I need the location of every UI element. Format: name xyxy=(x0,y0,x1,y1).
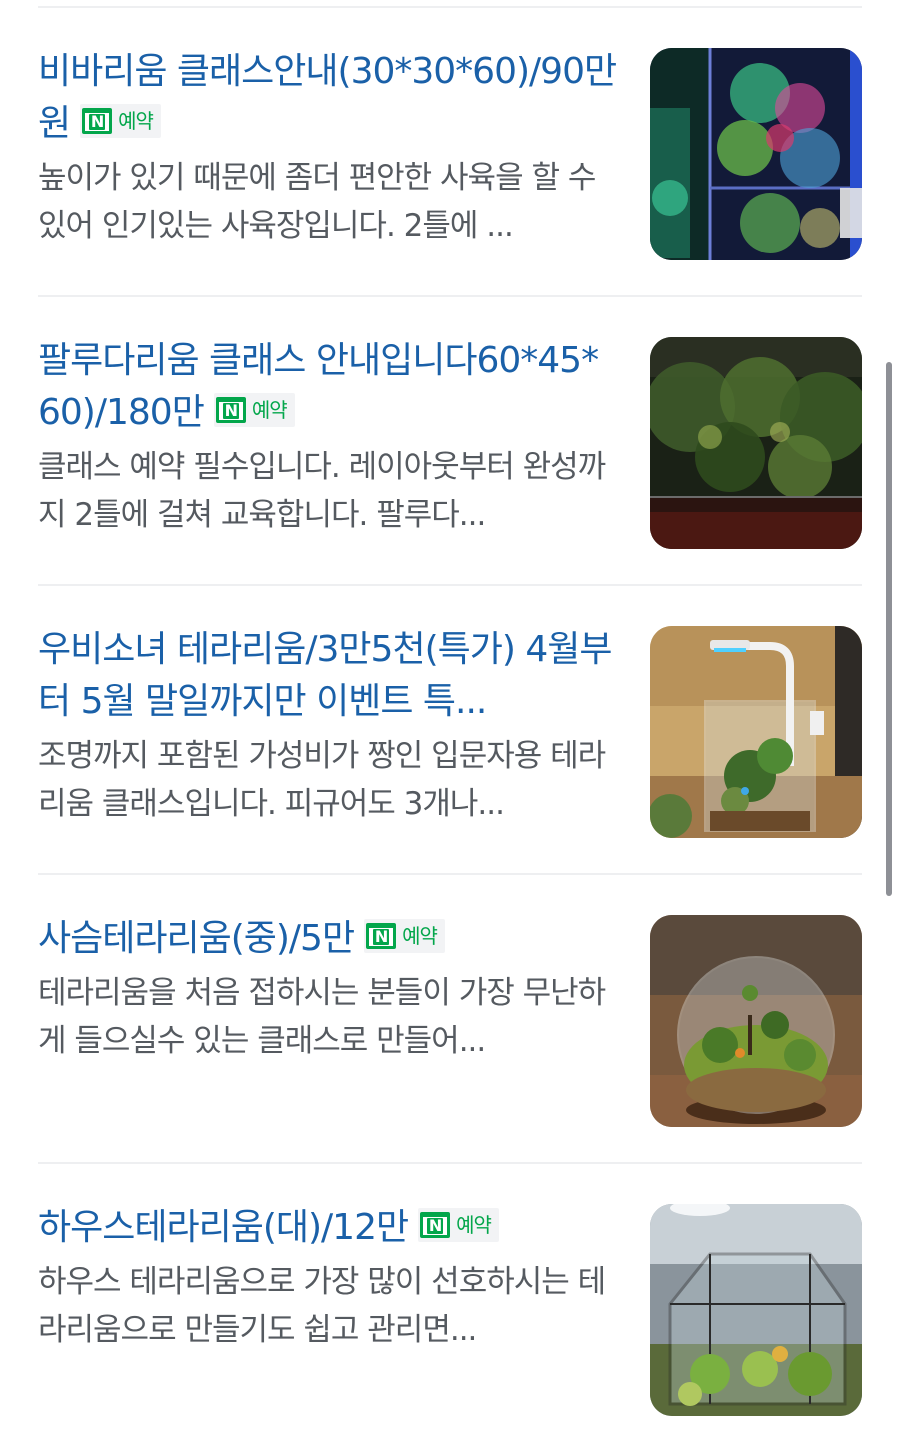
result-title[interactable]: 팔루다리움 클래스 안내입니다60*45*60)/180만 N 예약 xyxy=(38,335,618,439)
reservation-badge[interactable]: N 예약 xyxy=(418,1208,499,1242)
result-item[interactable]: 사슴테라리움(중)/5만 N 예약 테라리움을 처음 접하시는 분들이 가장 무난하… xyxy=(38,875,862,1164)
search-result-list: 비바리움 클래스안내(30*30*60)/90만원 N 예약 높이가 있기 때문에 … xyxy=(0,8,900,1453)
vivarium-tank-photo[interactable] xyxy=(650,48,862,260)
result-item[interactable]: 우비소녀 테라리움/3만5천(특가) 4월부터 5월 말일까지만 이벤트 특..… xyxy=(38,586,862,875)
result-description: 하우스 테라리움으로 가장 많이 선호하시는 테라리움으로 만들기도 쉽고 관리… xyxy=(38,1264,606,1348)
result-description: 테라리움을 처음 접하시는 분들이 가장 무난하게 들으실수 있는 클래스로 만… xyxy=(38,975,606,1059)
result-title[interactable]: 비바리움 클래스안내(30*30*60)/90만원 N 예약 xyxy=(38,46,618,150)
reservation-badge[interactable]: N 예약 xyxy=(80,104,161,138)
result-title-text[interactable]: 우비소녀 테라리움/3만5천(특가) 4월부터 5월 말일까지만 이벤트 특..… xyxy=(38,629,612,722)
result-description: 높이가 있기 때문에 좀더 편안한 사육을 할 수있어 인기있는 사육장입니다.… xyxy=(38,160,596,244)
reservation-badge-label: 예약 xyxy=(402,924,438,948)
result-title[interactable]: 우비소녀 테라리움/3만5천(특가) 4월부터 5월 말일까지만 이벤트 특..… xyxy=(38,624,618,728)
result-title-text[interactable]: 사슴테라리움(중)/5만 xyxy=(38,918,355,959)
deer-terrarium-bowl-photo[interactable] xyxy=(650,915,862,1127)
result-text: 비바리움 클래스안내(30*30*60)/90만원 N 예약 높이가 있기 때문에 … xyxy=(38,46,618,250)
naver-reservation-icon: N xyxy=(215,397,246,423)
result-text: 사슴테라리움(중)/5만 N 예약 테라리움을 처음 접하시는 분들이 가장 무난하… xyxy=(38,913,618,1065)
reservation-badge-label: 예약 xyxy=(251,398,288,422)
result-title-text[interactable]: 하우스테라리움(대)/12만 xyxy=(38,1207,409,1248)
result-description: 조명까지 포함된 가성비가 짱인 입문자용 테라리움 클래스입니다. 피규어도 … xyxy=(38,738,606,822)
naver-reservation-icon: N xyxy=(420,1212,451,1238)
reservation-badge-label: 예약 xyxy=(118,109,154,133)
result-title-text[interactable]: 팔루다리움 클래스 안내입니다60*45*60)/180만 xyxy=(38,340,599,433)
rain-girl-terrarium-photo[interactable] xyxy=(650,626,862,838)
result-title[interactable]: 하우스테라리움(대)/12만 N 예약 xyxy=(38,1202,618,1254)
result-item[interactable]: 하우스테라리움(대)/12만 N 예약 하우스 테라리움으로 가장 많이 선호하시는… xyxy=(38,1164,862,1453)
reservation-badge-label: 예약 xyxy=(456,1213,492,1237)
naver-reservation-icon: N xyxy=(366,923,397,949)
scrollbar-thumb[interactable] xyxy=(886,362,892,896)
result-text: 팔루다리움 클래스 안내입니다60*45*60)/180만 N 예약 클래스 예약 … xyxy=(38,335,618,539)
result-text: 우비소녀 테라리움/3만5천(특가) 4월부터 5월 말일까지만 이벤트 특..… xyxy=(38,624,618,828)
house-terrarium-photo[interactable] xyxy=(650,1204,862,1416)
result-description: 클래스 예약 필수입니다. 레이아웃부터 완성까지 2틀에 걸쳐 교육합니다. … xyxy=(38,449,606,533)
result-item[interactable]: 비바리움 클래스안내(30*30*60)/90만원 N 예약 높이가 있기 때문에 … xyxy=(38,8,862,297)
reservation-badge[interactable]: N 예약 xyxy=(364,919,445,953)
reservation-badge[interactable]: N 예약 xyxy=(213,393,295,427)
result-text: 하우스테라리움(대)/12만 N 예약 하우스 테라리움으로 가장 많이 선호하시는… xyxy=(38,1202,618,1354)
result-title[interactable]: 사슴테라리움(중)/5만 N 예약 xyxy=(38,913,618,965)
naver-reservation-icon: N xyxy=(82,108,113,134)
paludarium-tank-photo[interactable] xyxy=(650,337,862,549)
result-item[interactable]: 팔루다리움 클래스 안내입니다60*45*60)/180만 N 예약 클래스 예약 … xyxy=(38,297,862,586)
